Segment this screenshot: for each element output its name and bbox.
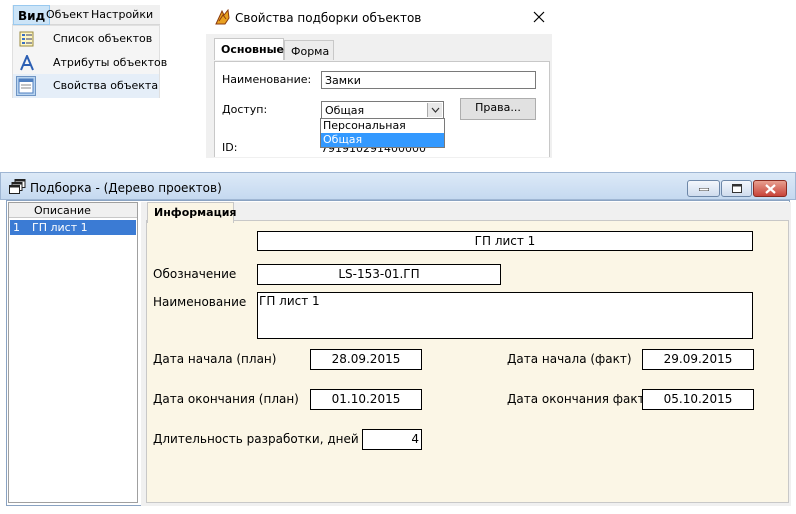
tab-label: Основные: [221, 43, 284, 56]
name-field[interactable]: ГП лист 1: [257, 292, 753, 339]
menu-item-label: Атрибуты объектов: [53, 56, 168, 69]
list-header: Описание: [9, 203, 137, 218]
menu-item-object-properties[interactable]: Свойства объекта: [13, 74, 159, 98]
duration-field[interactable]: 4: [362, 429, 422, 450]
tab-information[interactable]: Информация: [147, 202, 237, 223]
dialog-title: Свойства подборки объектов: [235, 11, 422, 25]
menu-item-object-list[interactable]: Список объектов: [13, 27, 159, 51]
access-option[interactable]: Персональная: [321, 119, 444, 133]
rights-button-label: Права...: [475, 101, 521, 114]
menu-item-label: Список объектов: [53, 32, 153, 45]
objects-list[interactable]: Описание 1 ГП лист 1: [8, 202, 138, 503]
end-plan-field[interactable]: 01.10.2015: [310, 389, 422, 410]
list-row[interactable]: 1 ГП лист 1: [10, 220, 136, 235]
access-dropdown-list: Персональная Общая: [320, 118, 445, 148]
rights-button[interactable]: Права...: [460, 98, 536, 120]
menu-view-label: Вид: [18, 9, 46, 23]
dropdown-button[interactable]: [427, 103, 442, 117]
end-plan-label: Дата окончания (план): [153, 392, 299, 406]
letter-a-icon: [20, 55, 34, 71]
windows-stack-icon: [9, 179, 26, 194]
menu-bar: Вид Объект Настройки: [12, 5, 160, 25]
tab-form[interactable]: Форма: [284, 40, 334, 60]
access-select[interactable]: Общая: [321, 101, 444, 119]
chevron-down-icon: [431, 107, 440, 113]
name-field[interactable]: Замки: [321, 71, 536, 89]
close-button[interactable]: [753, 180, 787, 197]
view-menu-fragment: Вид Объект Настройки Список объектов Атр…: [0, 0, 167, 98]
minimize-icon: [699, 188, 709, 191]
name-label: Наименование: [153, 295, 247, 309]
access-option-selected[interactable]: Общая: [321, 133, 444, 147]
title-bar[interactable]: Подборка - (Дерево проектов): [0, 172, 796, 200]
main-tab-panel: Наименование: Замки Доступ: Общая Права.…: [214, 61, 550, 157]
menu-object[interactable]: Объект: [46, 8, 89, 22]
tab-label: Форма: [291, 45, 330, 58]
column-header-description[interactable]: Описание: [34, 204, 91, 218]
close-icon: [765, 184, 776, 194]
start-fact-label: Дата начала (факт): [507, 352, 632, 366]
access-selected-value: Общая: [325, 104, 365, 117]
access-label: Доступ:: [222, 103, 268, 116]
list-icon: [19, 31, 34, 47]
close-icon[interactable]: [533, 11, 545, 23]
header-field[interactable]: ГП лист 1: [257, 231, 753, 251]
view-dropdown: Список объектов Атрибуты объектов Свойст…: [12, 25, 167, 98]
row-number: 1: [13, 221, 20, 234]
app-icon: [215, 9, 230, 25]
menu-view[interactable]: Вид: [13, 5, 51, 25]
start-plan-field[interactable]: 28.09.2015: [310, 349, 422, 370]
designation-field[interactable]: LS-153-01.ГП: [257, 264, 501, 285]
window-title: Подборка - (Дерево проектов): [30, 181, 222, 195]
id-label: ID:: [222, 141, 238, 154]
tab-label: Информация: [154, 206, 237, 219]
information-panel: ГП лист 1 Обозначение LS-153-01.ГП Наиме…: [146, 220, 789, 503]
duration-label: Длительность разработки, дней: [153, 432, 359, 446]
restore-icon: [732, 184, 742, 193]
start-fact-field[interactable]: 29.09.2015: [642, 349, 754, 370]
name-label: Наименование:: [222, 73, 312, 86]
end-fact-label: Дата окончания факт: [507, 392, 645, 406]
restore-button[interactable]: [721, 180, 752, 197]
menu-item-label: Свойства объекта: [53, 79, 159, 92]
start-plan-label: Дата начала (план): [153, 352, 277, 366]
menu-settings[interactable]: Настройки: [91, 8, 153, 22]
tab-main[interactable]: Основные: [214, 38, 284, 60]
window-properties-icon: [16, 76, 36, 96]
row-label: ГП лист 1: [32, 221, 88, 234]
minimize-button[interactable]: [687, 180, 720, 197]
menu-item-object-attributes[interactable]: Атрибуты объектов: [13, 51, 167, 75]
designation-label: Обозначение: [153, 267, 237, 281]
end-fact-field[interactable]: 05.10.2015: [642, 389, 754, 410]
